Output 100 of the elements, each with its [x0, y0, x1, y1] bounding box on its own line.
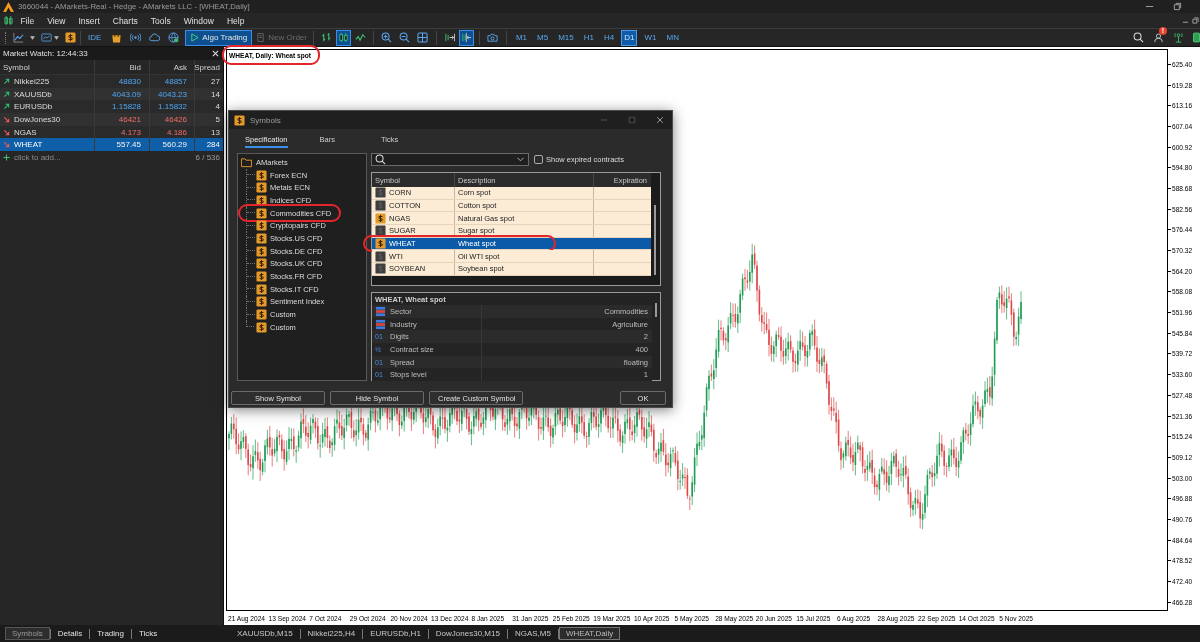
- grid-icon[interactable]: [417, 32, 429, 43]
- dollar-icon: [234, 114, 245, 126]
- spread-value: 284: [205, 139, 221, 152]
- ask-price: 48857: [150, 75, 195, 88]
- chart-tab[interactable]: XAUUSDb,M15: [230, 627, 300, 640]
- timeframe-button[interactable]: M1: [512, 29, 531, 46]
- zoom-out-icon[interactable]: [399, 32, 411, 43]
- cloud-icon[interactable]: [149, 32, 161, 43]
- user-icon[interactable]: [1153, 32, 1164, 43]
- dollar-icon[interactable]: [65, 32, 76, 43]
- chart-shift-button[interactable]: [458, 29, 474, 46]
- menu-item[interactable]: View: [40, 15, 72, 26]
- chart-tab[interactable]: EURUSDb,H1: [363, 627, 428, 640]
- checkbox[interactable]: [534, 155, 543, 164]
- column-header[interactable]: Spread: [195, 60, 223, 74]
- document-icon: [256, 33, 266, 42]
- symbol-row[interactable]: Nikkei225 48830 48857 27: [0, 75, 223, 88]
- chart-tab[interactable]: DowJones30,M15: [428, 627, 507, 640]
- candlestick-icon: [337, 32, 349, 43]
- restore-icon[interactable]: [1192, 17, 1199, 24]
- dollar-icon: [256, 258, 267, 270]
- close-icon[interactable]: [212, 50, 219, 57]
- bar-chart-icon: [320, 32, 332, 43]
- chart-tab[interactable]: Nikkei225,H4: [300, 627, 363, 640]
- ask-price: 560.29: [150, 138, 195, 152]
- panel-title: Market Watch: 12:44:33: [3, 49, 88, 58]
- symbol-row[interactable]: DowJones30 46421 46426 5: [0, 113, 223, 126]
- column-header[interactable]: Ask: [150, 60, 195, 74]
- ide-button[interactable]: IDE: [86, 29, 104, 46]
- dollar-icon: [256, 207, 267, 219]
- dollar-icon: [256, 245, 267, 257]
- spread-value: 13: [210, 126, 221, 139]
- symbol-count: 6 / 536: [195, 153, 220, 163]
- symbol-row[interactable]: EURUSDb 1.15828 1.15832 4: [0, 100, 223, 114]
- dialog-title: Symbols: [250, 115, 281, 125]
- symbol-row[interactable]: WHEAT 557.45 560.29 284: [0, 138, 223, 152]
- restore-icon[interactable]: [1173, 2, 1182, 11]
- dollar-icon: [256, 296, 267, 308]
- timeframe-button[interactable]: M5: [534, 29, 552, 46]
- scrollbar-thumb[interactable]: [655, 303, 657, 317]
- play-icon: [190, 33, 200, 42]
- tab[interactable]: Trading: [90, 627, 131, 640]
- timeframe-button[interactable]: D1: [621, 29, 638, 46]
- dollar-icon: [256, 194, 267, 206]
- add-symbol-link[interactable]: click to add...: [14, 153, 61, 163]
- algo-trading-button[interactable]: Algo Trading: [185, 29, 253, 46]
- dollar-icon: [256, 182, 267, 194]
- menu-item[interactable]: File: [14, 15, 41, 26]
- timeframe-button[interactable]: W1: [641, 29, 660, 46]
- tab[interactable]: Symbols: [5, 627, 50, 640]
- search-field[interactable]: [371, 153, 529, 166]
- chart-tab[interactable]: NGAS,M5: [507, 627, 558, 640]
- connection-status-icon: [1193, 32, 1200, 43]
- signal-icon[interactable]: [130, 32, 142, 43]
- symbol-name: DowJones30: [14, 114, 61, 124]
- line-chart-icon[interactable]: [13, 32, 24, 43]
- search-icon[interactable]: [1133, 32, 1144, 43]
- bars-shift-icon: [460, 32, 472, 43]
- spread-value: 14: [210, 88, 221, 101]
- spread-value: 27: [210, 75, 221, 88]
- antenna-icon: [1173, 32, 1184, 43]
- menu-item[interactable]: Tools: [144, 15, 178, 26]
- chart-tab[interactable]: WHEAT,Daily: [558, 627, 621, 640]
- tab[interactable]: Ticks: [131, 627, 165, 640]
- zoom-in-icon[interactable]: [381, 32, 393, 43]
- spread-value: 4: [214, 101, 221, 114]
- shopping-bag-icon[interactable]: [111, 32, 123, 43]
- timeframe-button[interactable]: M15: [555, 29, 577, 46]
- plus-icon[interactable]: [3, 154, 10, 162]
- bid-price: 48830: [95, 75, 150, 88]
- chevron-down-icon[interactable]: [517, 157, 524, 162]
- dollar-icon: [256, 283, 267, 295]
- timeframe-button[interactable]: MN: [663, 29, 682, 46]
- close-icon[interactable]: [656, 116, 664, 124]
- spread-value: 5: [214, 113, 221, 126]
- symbol-name: EURUSDb: [14, 102, 53, 112]
- scrollbar-thumb[interactable]: [654, 205, 656, 275]
- caret-icon[interactable]: [54, 35, 59, 40]
- folder-icon: [241, 156, 252, 168]
- candlestick-button[interactable]: [335, 29, 351, 46]
- camera-icon[interactable]: [487, 32, 499, 43]
- menu-item[interactable]: Help: [220, 15, 251, 26]
- globe-icon[interactable]: [168, 32, 180, 43]
- timeframe-button[interactable]: H1: [580, 29, 597, 46]
- dollar-icon: [256, 232, 267, 244]
- ask-price: 46426: [150, 113, 195, 126]
- column-header[interactable]: Symbol: [0, 60, 95, 74]
- menu-item[interactable]: Charts: [106, 15, 145, 26]
- bars-arrow-icon: [443, 32, 455, 43]
- timeframe-button[interactable]: H4: [601, 29, 618, 46]
- dollar-icon: [256, 309, 267, 321]
- caret-icon[interactable]: [30, 35, 35, 40]
- bid-price: 46421: [95, 113, 150, 126]
- bid-price: 557.45: [95, 138, 150, 152]
- menu-item[interactable]: Insert: [72, 15, 107, 26]
- dollar-icon: [256, 220, 267, 232]
- tab[interactable]: Details: [50, 627, 90, 640]
- symbol-name: NGAS: [14, 127, 37, 137]
- column-header[interactable]: Bid: [95, 60, 150, 74]
- menu-item[interactable]: Window: [177, 15, 221, 26]
